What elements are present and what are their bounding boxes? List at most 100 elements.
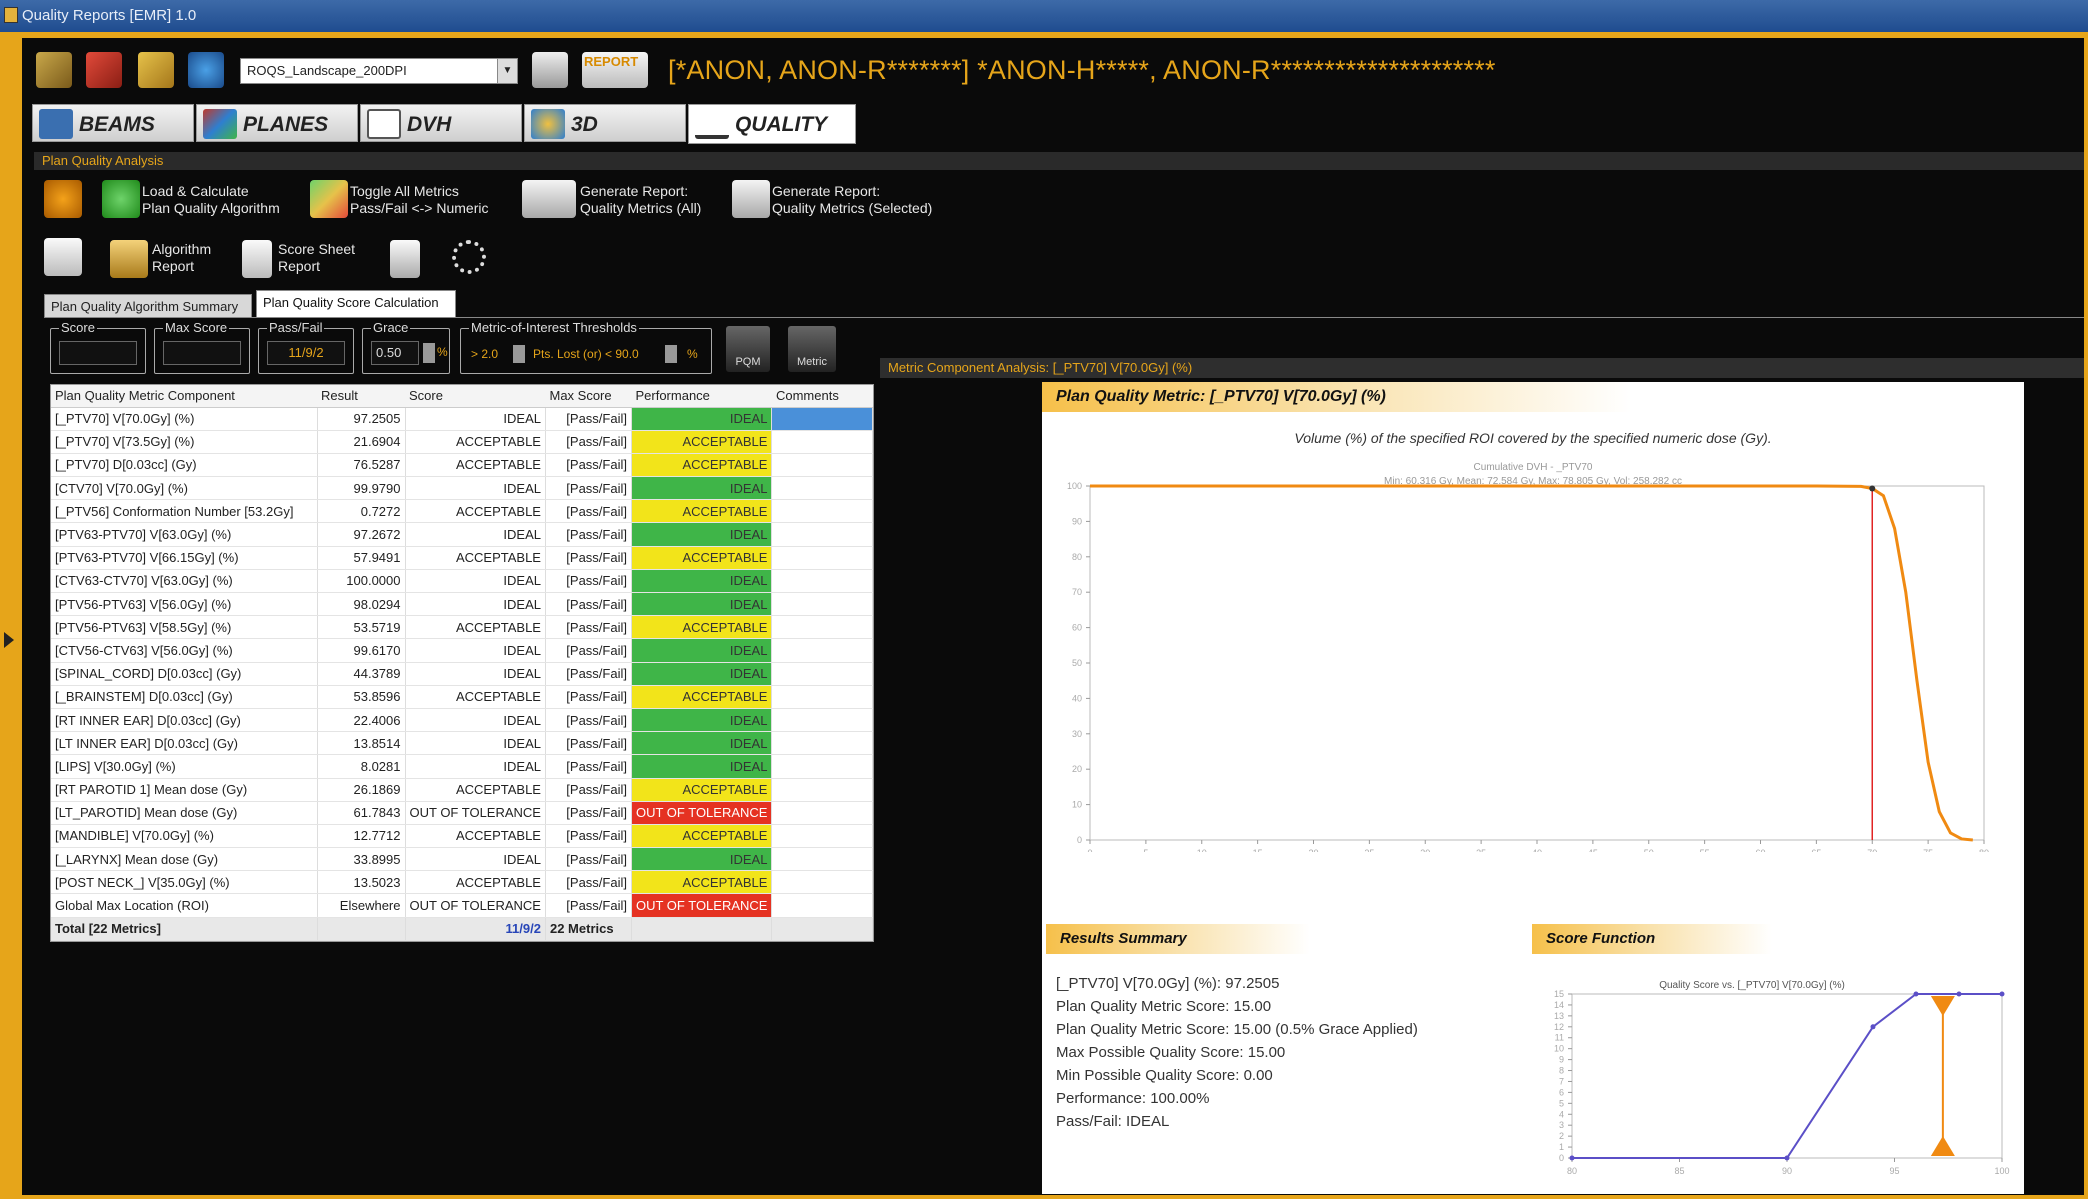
table-row[interactable]: [PTV63-PTV70] V[63.0Gy] (%) 97.2672 IDEAL[… bbox=[51, 522, 873, 547]
y-tick-label: 10 bbox=[1072, 800, 1082, 810]
summary-line: Plan Quality Metric Score: 15.00 bbox=[1056, 998, 1272, 1015]
table-row[interactable]: Global Max Location (ROI) Elsewhere OUT OF… bbox=[51, 893, 873, 918]
table-row[interactable]: [_PTV70] V[73.5Gy] (%) 21.6904 ACCEPTABLE[… bbox=[51, 430, 873, 454]
open-patient-icon[interactable] bbox=[36, 52, 72, 88]
metrics-grid[interactable]: Plan Quality Metric Component Result Sco… bbox=[50, 384, 874, 942]
table-row[interactable]: [_PTV70] D[0.03cc] (Gy) 76.5287 ACCEPTABLE… bbox=[51, 453, 873, 478]
table-row[interactable]: [CTV56-CTV63] V[56.0Gy] (%) 99.6170 IDEAL[… bbox=[51, 638, 873, 663]
refresh-icon[interactable] bbox=[44, 180, 82, 218]
cell-comments bbox=[771, 476, 873, 501]
cell-result: Elsewhere bbox=[317, 893, 406, 918]
y-tick-label: 7 bbox=[1559, 1076, 1564, 1086]
summary-line: Pass/Fail: IDEAL bbox=[1056, 1113, 1170, 1130]
x-tick-label: 100 bbox=[1994, 1166, 2009, 1176]
x-tick-label: 90 bbox=[1782, 1166, 1792, 1176]
collapse-handle-icon[interactable] bbox=[4, 632, 14, 648]
table-row[interactable]: [_LARYNX] Mean dose (Gy) 33.8995 IDEAL [Pas… bbox=[51, 847, 873, 872]
cell-score: ACCEPTABLE bbox=[405, 499, 546, 524]
tab-label: DVH bbox=[407, 113, 452, 136]
toggle-metrics-button[interactable]: Toggle All Metrics Pass/Fail <-> Numeric bbox=[350, 183, 488, 217]
toggle-metrics-icon[interactable] bbox=[310, 180, 348, 218]
tab-3d[interactable]: 3D bbox=[524, 104, 686, 142]
table-row[interactable]: [PTV56-PTV63] V[58.5Gy] (%) 53.5719 ACCEPT… bbox=[51, 615, 873, 640]
table-row[interactable]: [POST NECK_] V[35.0Gy] (%) 13.5023 ACCEPTA… bbox=[51, 870, 873, 895]
table-row[interactable]: [_BRAINSTEM] D[0.03cc] (Gy) 53.8596 ACCEPT… bbox=[51, 685, 873, 709]
cell-score: IDEAL bbox=[405, 592, 546, 617]
chevron-down-icon[interactable]: ▼ bbox=[497, 59, 517, 83]
col-score[interactable]: Score bbox=[405, 385, 546, 408]
3d-icon bbox=[531, 109, 565, 139]
table-row[interactable]: [MANDIBLE] V[70.0Gy] (%) 12.7712 ACCEPTABL… bbox=[51, 824, 873, 849]
tool-label: Generate Report: bbox=[772, 183, 881, 199]
score-field[interactable] bbox=[59, 341, 137, 365]
max-score-field[interactable] bbox=[163, 341, 241, 365]
table-row[interactable]: [_PTV70] V[70.0Gy] (%) 97.2505 IDEAL [Pass/… bbox=[51, 407, 873, 431]
table-row[interactable]: [PTV63-PTV70] V[66.15Gy] (%) 57.9491 ACCEP… bbox=[51, 546, 873, 570]
summary-line: Performance: 100.00% bbox=[1056, 1090, 1210, 1107]
tab-algorithm-summary[interactable]: Plan Quality Algorithm Summary bbox=[44, 294, 252, 318]
x-tick-label: 80 bbox=[1567, 1166, 1577, 1176]
cell-result: 99.9790 bbox=[317, 476, 406, 501]
tab-score-calculation[interactable]: Plan Quality Score Calculation bbox=[256, 290, 456, 318]
print-icon[interactable] bbox=[532, 52, 568, 88]
col-comments[interactable]: Comments bbox=[771, 385, 873, 408]
generate-report-all-button[interactable]: Generate Report: Quality Metrics (All) bbox=[580, 183, 701, 217]
pass-fail-field[interactable]: 11/9/2 bbox=[267, 341, 345, 365]
moi-gt-spinner[interactable] bbox=[513, 345, 525, 363]
document-icon[interactable] bbox=[390, 240, 420, 278]
settings-icon[interactable] bbox=[188, 52, 224, 88]
table-row[interactable]: [CTV63-CTV70] V[63.0Gy] (%) 100.0000 IDEAL… bbox=[51, 569, 873, 594]
moi-pts-spinner[interactable] bbox=[665, 345, 677, 363]
metric-button[interactable]: Metric bbox=[788, 326, 836, 372]
cell-performance: IDEAL bbox=[631, 662, 773, 686]
cell-result: 13.5023 bbox=[317, 870, 406, 895]
score-sheet-icon[interactable] bbox=[242, 240, 272, 278]
algorithm-report-button[interactable]: Algorithm Report bbox=[152, 241, 211, 275]
score-function-chart[interactable]: 80 85 90 95 1000123456789101112131415 bbox=[1532, 988, 2012, 1188]
cell-performance: IDEAL bbox=[631, 754, 773, 779]
template-select[interactable]: ROQS_Landscape_200DPI ▼ bbox=[240, 58, 518, 84]
table-row[interactable]: [CTV70] V[70.0Gy] (%) 99.9790 IDEAL [Pass/F… bbox=[51, 476, 873, 501]
tab-dvh[interactable]: DVH bbox=[360, 104, 522, 142]
import-icon[interactable] bbox=[138, 52, 174, 88]
cell-component: [RT INNER EAR] D[0.03cc] (Gy) bbox=[51, 708, 318, 733]
col-performance[interactable]: Performance bbox=[631, 385, 772, 408]
table-row[interactable]: [RT PAROTID 1] Mean dose (Gy) 26.1869 ACCE… bbox=[51, 778, 873, 802]
tab-label: QUALITY bbox=[735, 113, 828, 136]
tab-planes[interactable]: PLANES bbox=[196, 104, 358, 142]
table-row[interactable]: [_PTV56] Conformation Number [53.2Gy] 0.7… bbox=[51, 499, 873, 524]
load-calculate-button[interactable]: Load & Calculate Plan Quality Algorithm bbox=[142, 183, 280, 217]
calculator-icon[interactable] bbox=[102, 180, 140, 218]
moi-gt-input[interactable]: > 2.0 bbox=[471, 347, 498, 361]
y-tick-label: 2 bbox=[1559, 1131, 1564, 1141]
report-selected-icon[interactable] bbox=[732, 180, 770, 218]
table-row[interactable]: [LIPS] V[30.0Gy] (%) 8.0281 IDEAL [Pass/Fai… bbox=[51, 754, 873, 779]
score-sheet-report-button[interactable]: Score Sheet Report bbox=[278, 241, 355, 275]
dvh-chart[interactable]: 0 5 10 15 20 25 30 35 40 45 50 55 60 65 70 75 80 0 10 20 30 4… bbox=[1042, 482, 2024, 852]
cell-component: [_PTV70] V[70.0Gy] (%) bbox=[51, 407, 318, 431]
table-row[interactable]: [LT INNER EAR] D[0.03cc] (Gy) 13.8514 IDEA… bbox=[51, 731, 873, 756]
report-all-icon[interactable] bbox=[522, 180, 576, 218]
tab-quality[interactable]: QUALITY bbox=[688, 104, 856, 144]
table-row[interactable]: [PTV56-PTV63] V[56.0Gy] (%) 98.0294 IDEAL[… bbox=[51, 592, 873, 617]
col-max-score[interactable]: Max Score bbox=[545, 385, 632, 408]
algorithm-report-icon[interactable] bbox=[110, 240, 148, 278]
table-row[interactable]: [LT_PAROTID] Mean dose (Gy) 61.7843 OUT OF… bbox=[51, 801, 873, 825]
pqm-button[interactable]: PQM bbox=[726, 326, 770, 372]
grace-input[interactable]: 0.50 bbox=[371, 341, 419, 365]
export-icon[interactable] bbox=[86, 52, 122, 88]
table-row[interactable]: [RT INNER EAR] D[0.03cc] (Gy) 22.4006 IDEA… bbox=[51, 708, 873, 733]
generate-report-selected-button[interactable]: Generate Report: Quality Metrics (Selecte… bbox=[772, 183, 932, 217]
table-row[interactable]: [SPINAL_CORD] D[0.03cc] (Gy) 44.3789 IDEAL… bbox=[51, 662, 873, 686]
x-tick-label: 50 bbox=[1644, 848, 1654, 852]
results-summary-title: Results Summary bbox=[1046, 924, 1486, 954]
report-button[interactable]: REPORT bbox=[582, 52, 648, 88]
chart-edit-icon[interactable] bbox=[44, 238, 82, 276]
moi-pts-input[interactable]: Pts. Lost (or) < 90.0 bbox=[533, 347, 639, 361]
col-result[interactable]: Result bbox=[317, 385, 405, 408]
col-component[interactable]: Plan Quality Metric Component bbox=[51, 385, 317, 408]
cell-score: ACCEPTABLE bbox=[405, 430, 546, 454]
grace-spinner[interactable] bbox=[423, 343, 435, 363]
cell-score: ACCEPTABLE bbox=[405, 870, 546, 895]
tab-beams[interactable]: BEAMS bbox=[32, 104, 194, 142]
